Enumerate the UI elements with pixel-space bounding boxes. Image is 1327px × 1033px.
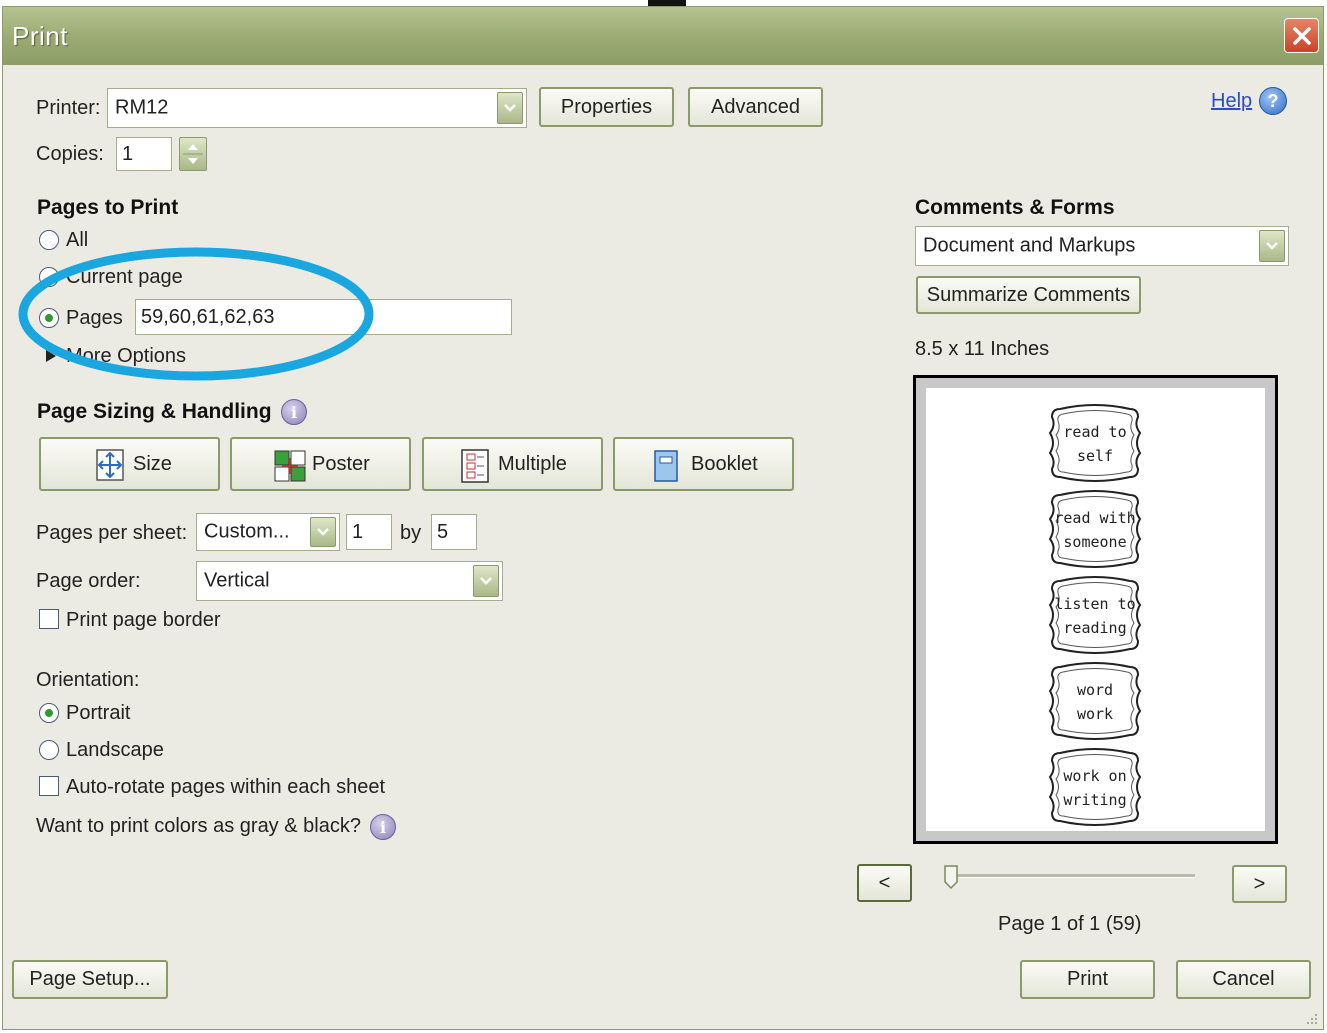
- gray-print-label: Want to print colors as gray & black?: [36, 815, 361, 837]
- print-button[interactable]: Print: [1020, 960, 1155, 999]
- preview-label-text: reading: [1063, 619, 1126, 637]
- multiple-button-label: Multiple: [498, 453, 567, 475]
- preview-label-text: work on: [1063, 767, 1126, 785]
- preview-label-card: listen to reading: [1048, 576, 1142, 654]
- radio-portrait[interactable]: [39, 703, 59, 723]
- printer-label: Printer:: [36, 97, 101, 119]
- booklet-icon: [654, 450, 678, 482]
- pages-per-sheet-value: Custom...: [204, 520, 290, 543]
- preview-label-text: word: [1077, 681, 1113, 699]
- rows-input[interactable]: 1: [346, 514, 392, 550]
- autorotate-checkbox[interactable]: [39, 776, 59, 796]
- stepper-arrows-icon: [183, 144, 203, 164]
- print-border-label: Print page border: [66, 609, 221, 631]
- preview-label-text: self: [1077, 447, 1113, 465]
- close-button[interactable]: [1284, 18, 1319, 53]
- title-bar: Print: [3, 7, 1323, 65]
- page-info: Page 1 of 1 (59): [998, 913, 1142, 935]
- page-slider-thumb[interactable]: [943, 864, 959, 890]
- size-icon: [96, 449, 124, 481]
- summarize-comments-button[interactable]: Summarize Comments: [916, 276, 1141, 314]
- help-link[interactable]: Help: [1211, 90, 1252, 113]
- printer-value: RM12: [115, 96, 169, 119]
- page-setup-button[interactable]: Page Setup...: [12, 960, 168, 999]
- cancel-button[interactable]: Cancel: [1176, 960, 1311, 999]
- page-slider-track[interactable]: [945, 874, 1195, 878]
- orientation-heading: Orientation:: [36, 669, 140, 691]
- preview-page: read to self read with someone listen to read…: [926, 388, 1265, 831]
- chevron-down-icon[interactable]: [1259, 230, 1285, 262]
- printer-select[interactable]: RM12: [107, 88, 527, 128]
- info-icon[interactable]: i: [370, 814, 396, 840]
- advanced-button[interactable]: Advanced: [688, 87, 823, 127]
- comments-select[interactable]: Document and Markups: [915, 226, 1289, 266]
- poster-icon: [274, 450, 306, 482]
- preview-label-text: someone: [1063, 533, 1126, 551]
- preview-label-card: read with someone: [1048, 490, 1142, 568]
- radio-landscape-label: Landscape: [66, 739, 164, 761]
- preview-label-text: listen to: [1054, 595, 1135, 613]
- poster-button[interactable]: Poster: [230, 437, 411, 491]
- page-order-value: Vertical: [204, 569, 270, 592]
- page-order-select[interactable]: Vertical: [196, 561, 503, 601]
- info-icon[interactable]: i: [281, 399, 307, 425]
- booklet-button-label: Booklet: [691, 453, 758, 475]
- previous-page-button[interactable]: <: [857, 864, 912, 902]
- pages-to-print-heading: Pages to Print: [37, 196, 179, 219]
- chevron-down-icon[interactable]: [497, 92, 523, 124]
- help-icon[interactable]: ?: [1259, 87, 1287, 115]
- poster-button-label: Poster: [312, 453, 370, 475]
- copies-stepper[interactable]: [179, 137, 207, 171]
- preview-label-card: read to self: [1048, 404, 1142, 482]
- print-border-checkbox[interactable]: [39, 609, 59, 629]
- size-button[interactable]: Size: [39, 437, 220, 491]
- pages-per-sheet-label: Pages per sheet:: [36, 522, 188, 544]
- page-order-label: Page order:: [36, 570, 141, 592]
- resize-grip-icon[interactable]: [1303, 1010, 1319, 1026]
- copies-label: Copies:: [36, 143, 104, 165]
- by-label: by: [400, 522, 422, 544]
- comments-value: Document and Markups: [923, 234, 1136, 257]
- paper-size-label: 8.5 x 11 Inches: [915, 338, 1050, 360]
- pages-per-sheet-select[interactable]: Custom...: [196, 513, 340, 551]
- radio-landscape[interactable]: [39, 740, 59, 760]
- radio-portrait-label: Portrait: [66, 702, 131, 724]
- close-icon: [1292, 26, 1311, 45]
- window-title: Print: [12, 21, 68, 51]
- booklet-button[interactable]: Booklet: [613, 437, 794, 491]
- preview-label-text: work: [1077, 705, 1113, 723]
- preview-label-text: read to: [1063, 423, 1126, 441]
- comments-forms-heading: Comments & Forms: [915, 196, 1115, 219]
- next-page-button[interactable]: >: [1232, 865, 1287, 903]
- highlight-annotation: [18, 247, 374, 381]
- preview-label-text: writing: [1063, 791, 1126, 809]
- multiple-icon: [461, 449, 489, 483]
- preview-label-card: word work: [1048, 662, 1142, 740]
- copies-input[interactable]: 1: [116, 137, 172, 171]
- print-preview: read to self read with someone listen to read…: [913, 375, 1278, 844]
- page-sizing-heading: Page Sizing & Handling: [37, 400, 272, 423]
- columns-input[interactable]: 5: [431, 514, 477, 550]
- autorotate-label: Auto-rotate pages within each sheet: [66, 776, 386, 798]
- multiple-button[interactable]: Multiple: [422, 437, 603, 491]
- chevron-down-icon[interactable]: [310, 517, 336, 547]
- preview-label-text: read with: [1054, 509, 1135, 527]
- properties-button[interactable]: Properties: [539, 87, 674, 127]
- size-button-label: Size: [133, 453, 172, 475]
- preview-label-card: work on writing: [1048, 748, 1142, 826]
- chevron-down-icon[interactable]: [473, 565, 499, 597]
